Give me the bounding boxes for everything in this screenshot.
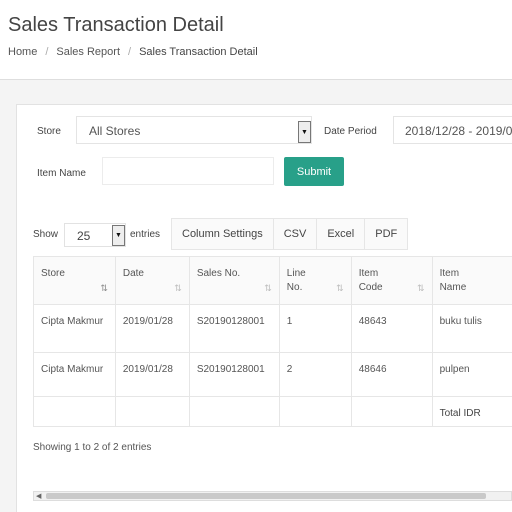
- breadcrumb-home[interactable]: Home: [8, 46, 37, 58]
- table-cell: S20190128001: [188, 304, 280, 353]
- sort-icon[interactable]: ⇅: [100, 281, 107, 295]
- item-name-input[interactable]: [102, 157, 274, 185]
- sort-icon[interactable]: ⇅: [264, 281, 271, 295]
- store-select[interactable]: All Stores ▼: [76, 116, 312, 144]
- column-settings-button[interactable]: Column Settings: [171, 218, 274, 250]
- show-label: Show: [33, 229, 59, 240]
- table-header-row: Store ⇅ Date ⇅ Sales No. ⇅ Line No. ⇅ Item C…: [33, 256, 512, 305]
- sort-icon[interactable]: ⇅: [336, 281, 343, 295]
- table-footer-row: Total IDR: [33, 396, 512, 427]
- table-info: Showing 1 to 2 of 2 entries: [33, 442, 152, 453]
- breadcrumb-sales-report[interactable]: Sales Report: [56, 46, 120, 58]
- entries-label: entries: [130, 229, 161, 240]
- table-cell: [33, 396, 116, 427]
- table-cell: [188, 396, 280, 427]
- column-header-label: Store: [41, 268, 65, 279]
- table-row: Cipta Makmur 2019/01/28 S20190128001 1 4…: [33, 304, 512, 353]
- column-header-label: Item Name: [439, 268, 467, 293]
- table-cell: 48646: [350, 352, 433, 397]
- column-header-label: Sales No.: [196, 268, 241, 279]
- table-cell: 1: [278, 304, 352, 353]
- column-header-label: Date: [122, 268, 144, 279]
- table-cell: Cipta Makmur: [33, 352, 116, 397]
- column-header-item-name[interactable]: Item Name: [431, 256, 512, 305]
- column-header-line-no[interactable]: Line No. ⇅: [278, 256, 352, 305]
- table-cell: 2019/01/28: [114, 352, 190, 397]
- table-cell: pulpen: [431, 352, 512, 397]
- store-label: Store: [37, 126, 61, 137]
- table-cell: 2019/01/28: [114, 304, 190, 353]
- store-select-value: All Stores: [89, 124, 141, 138]
- dropdown-arrow-icon[interactable]: ▼: [112, 225, 125, 246]
- table-cell: [278, 396, 352, 427]
- column-header-sales-no[interactable]: Sales No. ⇅: [188, 256, 280, 305]
- transaction-table: Store ⇅ Date ⇅ Sales No. ⇅ Line No. ⇅ Item C…: [33, 256, 512, 427]
- scrollbar-thumb[interactable]: [46, 493, 486, 499]
- dropdown-arrow-icon[interactable]: ▼: [298, 121, 311, 143]
- table-cell: [350, 396, 433, 427]
- pdf-button[interactable]: PDF: [364, 218, 409, 250]
- column-header-store[interactable]: Store ⇅: [33, 256, 116, 305]
- table-row: Cipta Makmur 2019/01/28 S20190128001 2 4…: [33, 352, 512, 397]
- breadcrumb-separator: /: [128, 46, 132, 58]
- page-length-select[interactable]: 25 ▼: [64, 223, 126, 247]
- column-header-label: Line No.: [286, 268, 306, 293]
- table-cell: buku tulis: [431, 304, 512, 353]
- column-header-date[interactable]: Date ⇅: [114, 256, 190, 305]
- page-length-value: 25: [77, 229, 91, 243]
- sort-icon[interactable]: ⇅: [417, 281, 424, 295]
- sort-icon[interactable]: ⇅: [174, 281, 181, 295]
- table-cell: 48643: [350, 304, 433, 353]
- export-buttons: Column Settings CSV Excel PDF: [171, 218, 409, 250]
- table-cell: S20190128001: [188, 352, 280, 397]
- date-period-value: 2018/12/28 - 2019/01: [405, 124, 512, 138]
- scroll-left-icon[interactable]: ◀: [36, 492, 41, 500]
- breadcrumb-separator: /: [45, 46, 49, 58]
- table-cell: Cipta Makmur: [33, 304, 116, 353]
- date-period-label: Date Period: [324, 126, 377, 137]
- csv-button[interactable]: CSV: [272, 218, 318, 250]
- column-header-label: Item Code: [358, 268, 383, 293]
- page-header: Sales Transaction Detail Home / Sales Re…: [0, 0, 512, 80]
- date-period-input[interactable]: 2018/12/28 - 2019/01: [393, 116, 512, 144]
- total-label: Total IDR: [431, 396, 512, 427]
- table-cell: 2: [278, 352, 352, 397]
- horizontal-scrollbar[interactable]: ◀: [33, 491, 512, 501]
- breadcrumb: Home / Sales Report / Sales Transaction …: [8, 46, 258, 58]
- table-cell: [114, 396, 190, 427]
- breadcrumb-current: Sales Transaction Detail: [139, 46, 258, 58]
- submit-button[interactable]: Submit: [284, 157, 344, 186]
- item-name-label: Item Name: [37, 168, 86, 179]
- excel-button[interactable]: Excel: [316, 218, 366, 250]
- page-title: Sales Transaction Detail: [8, 14, 224, 36]
- column-header-item-code[interactable]: Item Code ⇅: [350, 256, 433, 305]
